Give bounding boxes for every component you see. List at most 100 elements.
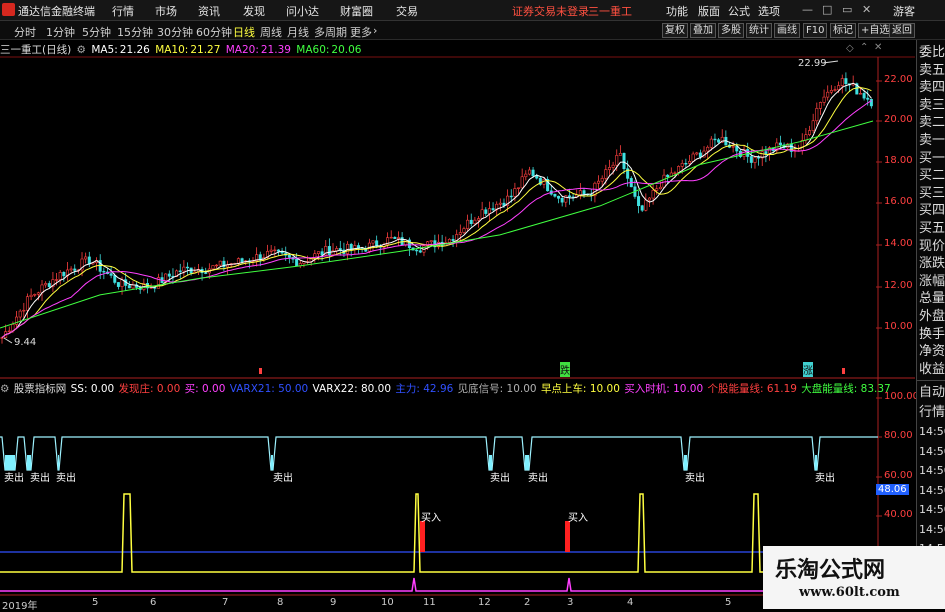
price-tick-2: 18.00: [884, 155, 913, 166]
period-more[interactable]: 更多: [350, 24, 372, 40]
candle-body: [36, 292, 40, 295]
settings-icon[interactable]: ⚙: [77, 44, 86, 56]
menu-function[interactable]: 功能: [666, 3, 688, 19]
quote-panel[interactable]: 委比 卖五 卖四 卖三 卖二 卖一 买一 买二 买三 买四 买五 现价 涨跌 涨幅 总量 外盘 换手 净资 收益 自动…: [916, 40, 945, 609]
period-weekly[interactable]: 周线: [260, 24, 282, 40]
indicator-settings-icon[interactable]: ⚙: [0, 383, 9, 395]
menu-trade[interactable]: 交易: [396, 3, 418, 19]
fuquan-button[interactable]: 复权: [662, 23, 688, 38]
menu-formula[interactable]: 公式: [728, 3, 750, 19]
indicator-value-2: 买: 0.00: [184, 383, 229, 395]
ma60-label: MA60:: [296, 44, 330, 56]
menu-options[interactable]: 选项: [758, 3, 780, 19]
candle-body: [673, 172, 677, 174]
draw-button[interactable]: 画线: [774, 23, 800, 38]
candle-body: [62, 272, 66, 277]
watermark-url: www.60lt.com: [799, 585, 900, 600]
candle-body: [393, 236, 397, 239]
menu-layout[interactable]: 版面: [698, 3, 720, 19]
indicator-value-3: VARX21: 50.00: [229, 383, 312, 395]
candle-body: [509, 195, 513, 198]
login-status[interactable]: 证券交易未登录: [512, 3, 589, 19]
period-multi[interactable]: 多周期: [314, 24, 347, 40]
candle-body: [687, 160, 691, 164]
ma20-value: 21.39: [260, 44, 291, 56]
candle-body: [844, 78, 848, 85]
candle-body: [662, 174, 666, 188]
mark-button[interactable]: 标记: [830, 23, 856, 38]
candle-body: [840, 78, 844, 86]
quote-field-2: 卖四: [919, 80, 945, 96]
add-favorite-button[interactable]: +自选: [858, 23, 893, 38]
candle-body: [7, 330, 11, 333]
sell-bar-5: [525, 455, 529, 470]
date-tick-12: 5: [725, 597, 732, 608]
varx22-line: [0, 436, 878, 471]
candle-body: [218, 260, 222, 266]
indicator-tick-3: 40.00: [884, 509, 913, 520]
candle-body: [320, 251, 324, 256]
stats-button[interactable]: 统计: [746, 23, 772, 38]
period-30min[interactable]: 30分钟: [157, 24, 193, 40]
period-minute-chart[interactable]: 分时: [14, 24, 36, 40]
indicator-value-9: 个股能量线: 61.19: [707, 383, 801, 395]
candle-body: [418, 250, 422, 253]
multi-stock-button[interactable]: 多股: [718, 23, 744, 38]
period-5min[interactable]: 5分钟: [82, 24, 111, 40]
quote-field-3: 卖三: [919, 97, 945, 113]
restore-icon[interactable]: □: [822, 3, 832, 16]
menu-discover[interactable]: 发现: [243, 3, 265, 19]
menu-ask[interactable]: 问小达: [286, 3, 319, 19]
chevron-right-icon[interactable]: ›: [373, 24, 377, 37]
up-icon[interactable]: ⌃: [860, 42, 868, 53]
candle-body: [484, 209, 488, 214]
chart-area[interactable]: [0, 0, 945, 609]
guest-label[interactable]: 游客: [893, 3, 915, 19]
candle-body: [691, 153, 695, 162]
overlay-button[interactable]: 叠加: [690, 23, 716, 38]
menu-markets[interactable]: 市场: [155, 3, 177, 19]
candle-body: [557, 195, 561, 199]
menu-market[interactable]: 行情: [112, 3, 134, 19]
ma10-value: 21.27: [190, 44, 221, 56]
period-60min[interactable]: 60分钟: [196, 24, 232, 40]
quote-field-13: 涨幅: [919, 273, 945, 289]
stock-title: 三一重工(日线): [0, 44, 72, 56]
tick-row-0: 自动: [919, 385, 945, 400]
candle-body: [837, 85, 841, 90]
date-tick-2: 6: [150, 597, 157, 608]
close-icon[interactable]: ✕: [862, 3, 871, 16]
ma10-label: MA10:: [155, 44, 189, 56]
candle-body: [113, 275, 117, 283]
period-monthly[interactable]: 月线: [287, 24, 309, 40]
period-15min[interactable]: 15分钟: [117, 24, 153, 40]
candle-body: [73, 268, 77, 271]
period-daily[interactable]: 日线: [233, 24, 255, 40]
candle-body: [44, 283, 48, 286]
menu-news[interactable]: 资讯: [198, 3, 220, 19]
quote-field-16: 换手: [919, 326, 945, 342]
menu-wealth[interactable]: 财富圈: [340, 3, 373, 19]
watermark: 乐淘公式网 www.60lt.com: [763, 546, 945, 609]
period-1min[interactable]: 1分钟: [46, 24, 75, 40]
ma5-line: [1, 82, 872, 338]
back-button[interactable]: 返回: [889, 23, 915, 38]
candle-body: [498, 202, 502, 205]
candle-body: [866, 97, 870, 100]
indicator-value-6: 见底信号: 10.00: [457, 383, 540, 395]
minimize-icon[interactable]: —: [802, 3, 813, 16]
buy-label-1: 买入: [568, 513, 588, 524]
quote-field-9: 买四: [919, 203, 945, 219]
ma5-label: MA5:: [91, 44, 118, 56]
maximize-icon[interactable]: ▭: [842, 3, 852, 16]
candle-body: [22, 309, 26, 312]
f10-button[interactable]: F10: [803, 23, 828, 38]
indicator-name[interactable]: 股票指标网: [14, 383, 67, 395]
tick-row-3: 14:50: [919, 444, 945, 458]
candle-body: [600, 178, 604, 182]
candle-body: [637, 196, 641, 206]
close-panel-icon[interactable]: ✕: [874, 42, 882, 53]
diamond-icon[interactable]: ◇: [846, 43, 854, 54]
sell-bar-1: [27, 455, 31, 470]
candle-body: [215, 264, 219, 267]
